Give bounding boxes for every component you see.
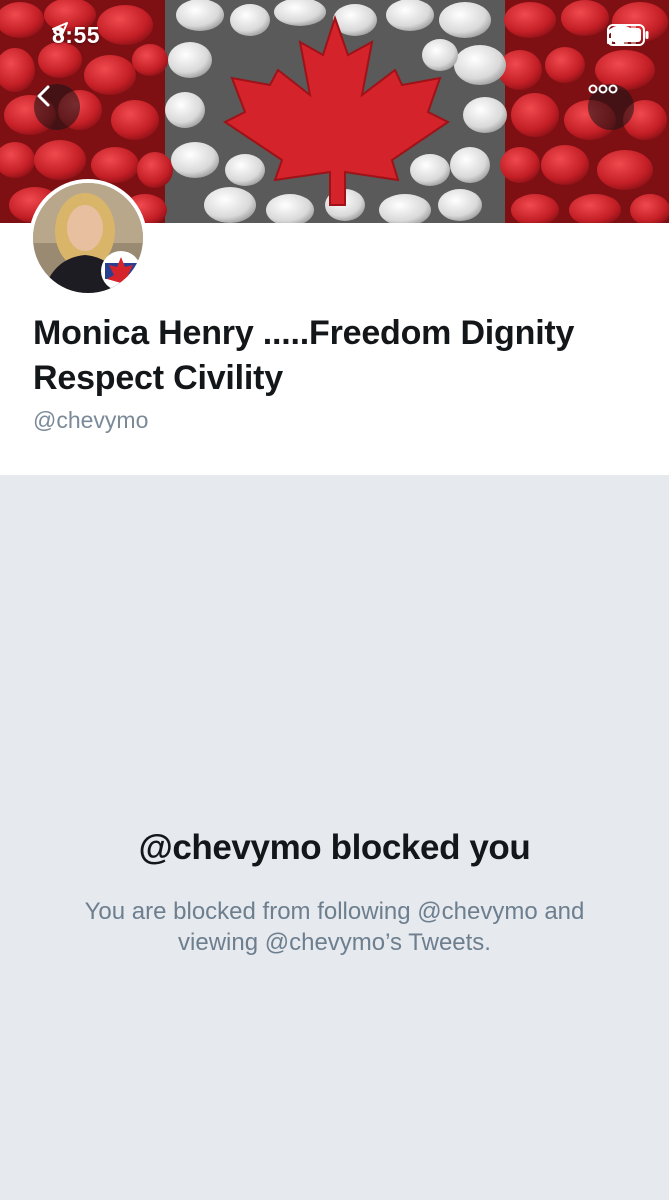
profile-photo-avatar xyxy=(33,183,143,293)
status-bar-time: 8:55 xyxy=(52,22,106,49)
blocked-title: @chevymo blocked you xyxy=(138,828,531,867)
back-button[interactable] xyxy=(34,84,80,130)
more-options-button[interactable] xyxy=(588,84,634,130)
profile-display-name: Monica Henry .....Freedom Dignity Respec… xyxy=(33,314,575,397)
avatar[interactable] xyxy=(29,179,147,297)
blocked-description: You are blocked from following @chevymo … xyxy=(84,898,585,956)
profile-handle: @chevymo xyxy=(33,407,149,433)
